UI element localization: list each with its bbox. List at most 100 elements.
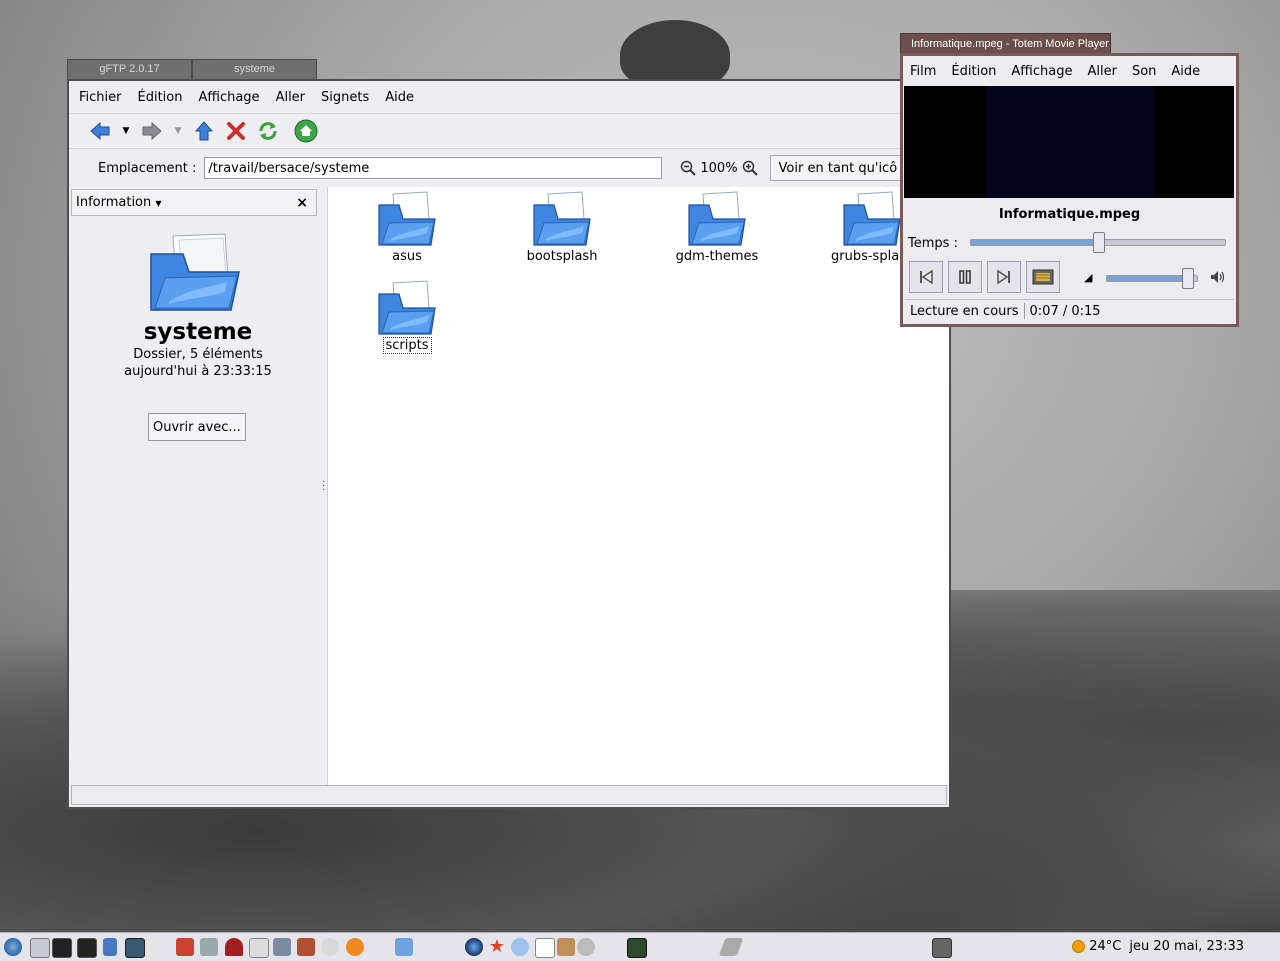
totem-status-bar: Lecture en cours 0:07 / 0:15 [905, 299, 1234, 322]
zoom-control: 100% [680, 160, 758, 176]
editor-icon[interactable] [718, 938, 744, 956]
volume-slider[interactable] [1106, 268, 1198, 289]
document-icon[interactable] [535, 938, 555, 958]
menu-affichage[interactable]: Affichage [1011, 64, 1072, 79]
file-item-scripts[interactable]: scripts [337, 280, 477, 354]
clock[interactable]: jeu 20 mai, 23:33 [1129, 939, 1244, 954]
menu-affichage[interactable]: Affichage [198, 90, 259, 105]
playback-time: 0:07 / 0:15 [1029, 303, 1101, 319]
folder-name: systeme [143, 319, 253, 345]
home-icon [294, 119, 318, 143]
forward-history-dropdown[interactable]: ▼ [171, 118, 185, 144]
menu-aide[interactable]: Aide [1171, 64, 1200, 79]
planner-icon[interactable] [297, 938, 315, 956]
close-icon[interactable]: × [296, 195, 308, 211]
film-playlist-icon [1032, 269, 1054, 285]
location-input[interactable] [204, 157, 663, 179]
volume-handle[interactable] [1181, 268, 1194, 289]
browser-icon[interactable] [465, 938, 483, 956]
window-tab-gftp[interactable]: gFTP 2.0.17 [67, 59, 192, 80]
zoom-out-icon[interactable] [680, 160, 697, 176]
next-button[interactable] [987, 261, 1021, 293]
menu-signets[interactable]: Signets [321, 90, 369, 105]
window-tab-systeme[interactable]: systeme [192, 59, 317, 80]
tray-clock: 24°C jeu 20 mai, 23:33 [1072, 939, 1244, 954]
back-button[interactable] [87, 118, 113, 144]
folder-icon [533, 191, 591, 246]
file-item-grubs-splash[interactable]: grubs-spla [802, 191, 912, 264]
reload-button[interactable] [255, 118, 281, 144]
menu-aller[interactable]: Aller [276, 90, 305, 105]
menu-aller[interactable]: Aller [1087, 64, 1116, 79]
toolbar: ▼ ▼ [69, 114, 949, 149]
gimp-icon[interactable] [273, 938, 291, 956]
up-button[interactable] [191, 118, 217, 144]
viewer-icon[interactable] [249, 938, 269, 958]
player-icon[interactable] [557, 938, 575, 956]
zoom-in-icon[interactable] [742, 160, 758, 176]
menu-son[interactable]: Son [1132, 64, 1156, 79]
seek-slider[interactable] [970, 232, 1226, 253]
file-manager-launcher-icon[interactable] [30, 938, 50, 958]
location-label: Emplacement : [98, 160, 197, 176]
terminal-root-icon[interactable] [77, 938, 97, 958]
system-monitor-icon[interactable] [627, 938, 647, 958]
file-name: grubs-spla [831, 249, 900, 264]
seek-handle[interactable] [1093, 232, 1105, 253]
folder-icon [843, 191, 901, 246]
totem-menubar: Film Édition Affichage Aller Son Aide [903, 56, 1236, 86]
back-history-dropdown[interactable]: ▼ [119, 118, 133, 144]
open-with-button[interactable]: Ouvrir avec... [148, 413, 246, 441]
window-list-icon[interactable] [932, 938, 952, 958]
file-item-gdm-themes[interactable]: gdm-themes [647, 191, 787, 264]
back-arrow-icon [90, 121, 110, 141]
status-bar [71, 785, 947, 805]
folder-modified: aujourd'hui à 23:33:15 [124, 364, 272, 379]
zoom-level[interactable]: 100% [700, 161, 737, 176]
main-menu-icon[interactable] [4, 938, 22, 956]
disc-icon[interactable] [577, 938, 595, 956]
forward-button[interactable] [139, 118, 165, 144]
side-pane-selector[interactable]: Information ▼ [76, 195, 162, 210]
menu-aide[interactable]: Aide [385, 90, 414, 105]
file-name: bootsplash [526, 249, 598, 264]
weather-temp[interactable]: 24°C [1089, 939, 1121, 954]
stop-x-icon [227, 122, 245, 140]
totem-title-tab[interactable]: Informatique.mpeg - Totem Movie Player [900, 33, 1111, 54]
playlist-button[interactable] [1026, 261, 1060, 293]
send-icon[interactable] [395, 938, 413, 956]
volume-high-icon [1211, 271, 1225, 283]
file-name: asus [392, 249, 422, 264]
terminal-icon[interactable] [52, 938, 72, 958]
settings-icon[interactable] [321, 938, 339, 956]
video-frame [986, 86, 1154, 198]
blender-icon[interactable] [346, 938, 364, 956]
network-icon[interactable] [200, 938, 218, 956]
pause-button[interactable] [948, 261, 982, 293]
computer-icon[interactable] [103, 938, 117, 956]
file-item-bootsplash[interactable]: bootsplash [492, 191, 632, 264]
previous-button[interactable] [909, 261, 943, 293]
home-folder-icon[interactable] [176, 938, 194, 956]
skip-next-icon [997, 269, 1010, 285]
star-icon[interactable]: ★ [488, 938, 506, 956]
menu-edition[interactable]: Édition [138, 90, 183, 105]
time-label: Temps : [908, 236, 958, 251]
wizard-icon[interactable] [225, 938, 243, 956]
menu-fichier[interactable]: Fichier [79, 90, 122, 105]
monitor-icon[interactable] [125, 938, 145, 958]
menu-film[interactable]: Film [910, 64, 936, 79]
large-folder-icon [150, 233, 240, 311]
pause-icon [959, 270, 971, 284]
stop-button[interactable] [223, 118, 249, 144]
file-item-asus[interactable]: asus [337, 191, 477, 264]
chat-icon[interactable] [511, 938, 529, 956]
video-area[interactable] [904, 86, 1234, 198]
menu-edition[interactable]: Édition [951, 64, 996, 79]
home-button[interactable] [293, 118, 319, 144]
movie-player-window: Film Édition Affichage Aller Son Aide In… [900, 53, 1239, 327]
main-content: Information ▼ × systeme Dossier, 5 éléme… [69, 187, 949, 785]
pane-resize-handle[interactable]: · · · [322, 478, 325, 496]
view-as-button[interactable]: Voir en tant qu'icô [769, 155, 906, 181]
playback-status: Lecture en cours [910, 303, 1019, 319]
